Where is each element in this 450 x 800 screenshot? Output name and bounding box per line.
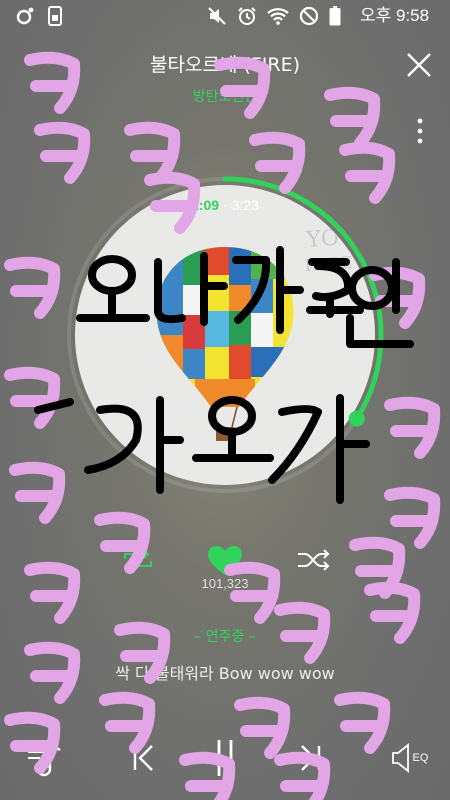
status-bar: 오후 9:58 xyxy=(0,0,450,32)
total-time: 3:23 xyxy=(231,197,259,213)
progress-knob[interactable] xyxy=(348,410,365,427)
pink-doodle-mark xyxy=(384,486,441,549)
time-display: 1:09 · 3:23 xyxy=(0,197,450,213)
repeat-button[interactable] xyxy=(120,546,156,574)
next-button[interactable] xyxy=(290,738,330,778)
artist-name[interactable]: 방탄소년단 xyxy=(0,86,450,106)
pink-doodle-mark xyxy=(384,396,441,459)
playlist-button[interactable] xyxy=(22,738,66,778)
heart-icon xyxy=(208,546,242,575)
close-icon xyxy=(407,53,431,77)
pink-doodle-mark xyxy=(9,461,66,524)
previous-icon xyxy=(133,745,153,771)
pink-doodle-mark xyxy=(4,256,61,319)
battery-icon xyxy=(328,4,342,28)
album-art-area[interactable]: YOU FORE xyxy=(60,170,390,500)
speaker-icon xyxy=(391,743,409,773)
elapsed-time: 1:09 xyxy=(191,197,220,213)
repeat-icon xyxy=(124,549,152,571)
pink-doodle-mark xyxy=(234,696,291,759)
sim-icon xyxy=(46,4,64,28)
mute-icon xyxy=(206,4,228,28)
shuffle-icon xyxy=(298,549,330,571)
progress-ring[interactable] xyxy=(60,170,390,500)
alarm-icon xyxy=(236,4,258,28)
close-button[interactable] xyxy=(404,50,434,80)
status-time: 오후 9:58 xyxy=(360,6,430,25)
wifi-icon xyxy=(266,4,290,28)
sync-icon xyxy=(14,4,36,28)
time-separator: · xyxy=(223,197,228,213)
lyric-line[interactable]: 싹 다 불태워라 Bow wow wow xyxy=(0,660,450,684)
next-icon xyxy=(301,745,321,771)
shuffle-button[interactable] xyxy=(296,546,332,574)
pink-doodle-mark xyxy=(334,691,391,754)
pause-button[interactable] xyxy=(205,738,245,778)
song-title: 불타오르네 (FIRE) xyxy=(149,54,300,76)
playing-status: – 연주중 – xyxy=(194,629,256,645)
pause-icon xyxy=(217,740,233,776)
like-button[interactable] xyxy=(206,545,244,577)
equalizer-label: EQ xyxy=(412,752,429,764)
playlist-icon xyxy=(28,742,61,777)
pink-doodle-mark xyxy=(4,366,61,429)
previous-button[interactable] xyxy=(124,738,164,778)
like-count: 101,323 xyxy=(201,576,249,591)
equalizer-button[interactable]: EQ xyxy=(386,738,432,778)
more-vertical-icon xyxy=(417,118,423,144)
more-options-button[interactable] xyxy=(410,116,430,146)
no-entry-icon xyxy=(298,4,320,28)
